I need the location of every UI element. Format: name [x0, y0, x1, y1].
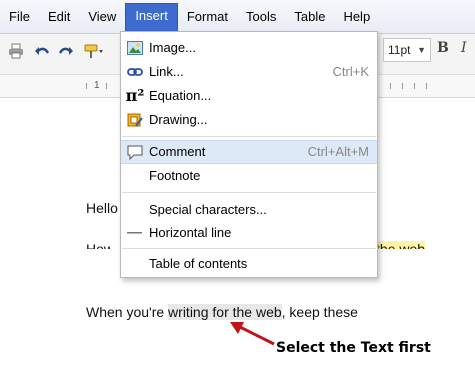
comment-icon [127, 144, 143, 160]
ruler-tick [426, 83, 427, 89]
insert-special-characters-item[interactable]: Special characters... [121, 198, 377, 222]
insert-menu: Image... Link... Ctrl+K π² Equation... D… [120, 31, 378, 278]
print-icon[interactable] [6, 40, 26, 62]
font-size-select[interactable]: 11pt ▼ [383, 38, 431, 62]
undo-icon[interactable] [32, 40, 52, 62]
menu-separator [122, 136, 376, 137]
ruler-tick [414, 83, 415, 89]
ruler-tick [390, 83, 391, 89]
menu-separator [122, 192, 376, 193]
image-icon [127, 40, 143, 56]
link-icon [127, 64, 143, 80]
insert-drawing-item[interactable]: Drawing... [121, 108, 377, 132]
bold-button[interactable]: B [437, 40, 449, 56]
menu-tools[interactable]: Tools [237, 4, 285, 29]
insert-image-item[interactable]: Image... [121, 36, 377, 60]
annotation-label: Select the Text first [276, 340, 431, 356]
doc-line-writing[interactable]: When you're writing for the web, keep th… [86, 304, 358, 320]
shortcut-text: Ctrl+K [332, 64, 369, 79]
font-size-value: 11pt [388, 43, 411, 57]
drawing-icon [127, 112, 143, 128]
menu-insert[interactable]: Insert [125, 3, 178, 31]
ruler-mark: 1 [94, 80, 100, 91]
doc-line-hello[interactable]: Hello [86, 200, 118, 216]
insert-equation-item[interactable]: π² Equation... [121, 84, 377, 108]
partial-left-text: How [86, 241, 112, 249]
paint-format-icon[interactable] [84, 40, 104, 62]
italic-button[interactable]: I [461, 40, 467, 56]
menu-separator [122, 248, 376, 249]
menu-table[interactable]: Table [285, 4, 334, 29]
insert-comment-item[interactable]: Comment Ctrl+Alt+M [121, 140, 377, 164]
insert-table-of-contents-item[interactable]: Table of contents [121, 252, 377, 276]
menu-format[interactable]: Format [178, 4, 237, 29]
redo-icon[interactable] [56, 40, 76, 62]
ruler-tick [86, 83, 87, 89]
partial-right-text: the web [376, 241, 426, 249]
chevron-down-icon: ▼ [417, 45, 426, 55]
menu-bar: File Edit View Insert Format Tools Table… [0, 0, 475, 34]
doc-line-partial-left[interactable]: How [86, 240, 112, 249]
ruler-tick [106, 83, 107, 89]
horizontal-line-icon [127, 225, 143, 241]
annotation-arrow-icon [230, 322, 275, 346]
insert-link-item[interactable]: Link... Ctrl+K [121, 60, 377, 84]
text-after-selection: , keep these [281, 304, 358, 320]
text-before-selection: When you're [86, 304, 169, 320]
insert-horizontal-line-item[interactable]: Horizontal line [121, 221, 377, 245]
menu-file[interactable]: File [0, 4, 39, 29]
menu-view[interactable]: View [79, 4, 125, 29]
menu-edit[interactable]: Edit [39, 4, 79, 29]
equation-icon: π² [125, 86, 145, 105]
insert-footnote-item[interactable]: Footnote [121, 164, 377, 188]
doc-line-partial-right[interactable]: the web [376, 240, 431, 249]
menu-help[interactable]: Help [334, 4, 379, 29]
shortcut-text: Ctrl+Alt+M [307, 144, 369, 159]
ruler-tick [402, 83, 403, 89]
